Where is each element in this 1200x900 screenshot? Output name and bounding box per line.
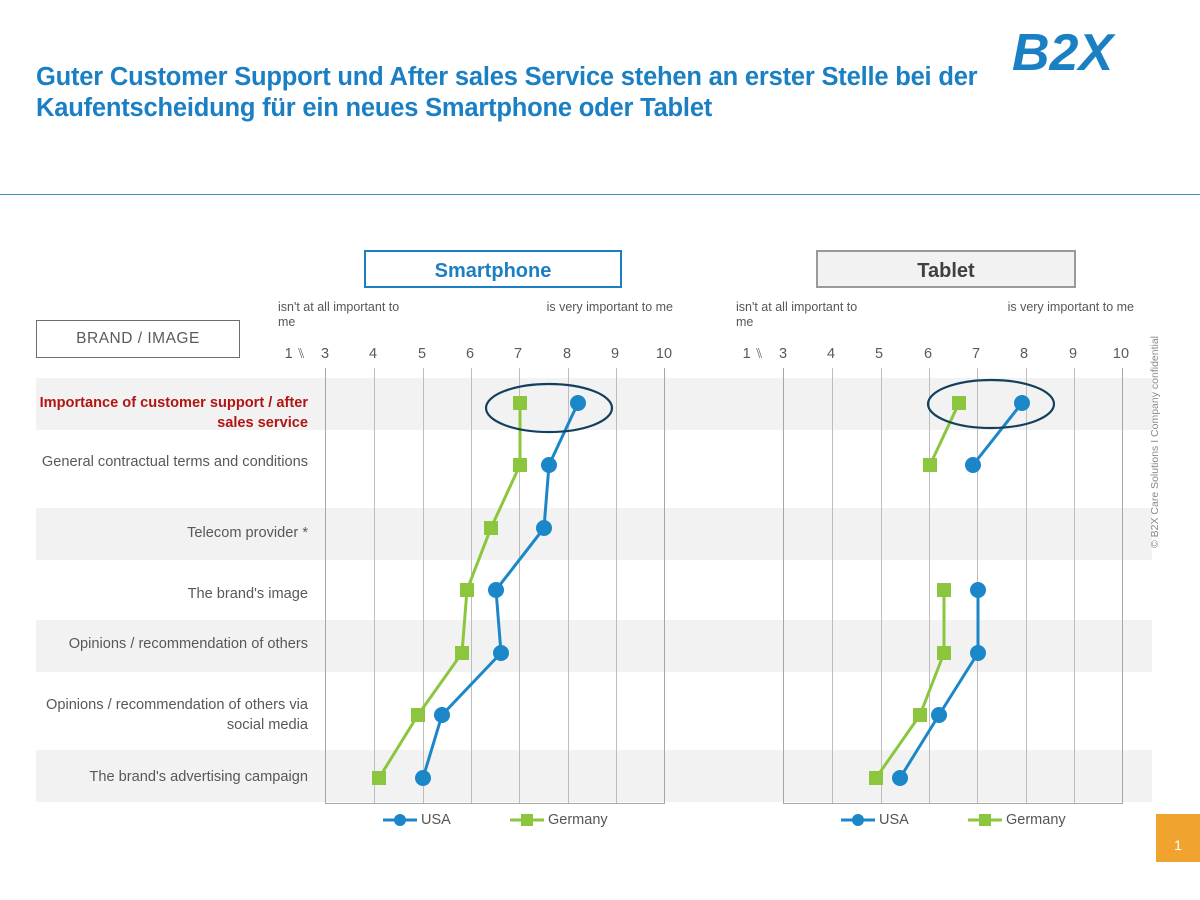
legend-tablet: USA Germany — [783, 812, 1123, 834]
legend-smartphone: USA Germany — [325, 812, 665, 834]
x-tick-7-tablet: 7 — [971, 346, 981, 362]
b2x-logo-text: B2X — [1012, 26, 1116, 80]
row-label-0: Importance of customer support / after s… — [39, 395, 308, 431]
confidentiality-note: © B2X Care Solutions I Company confident… — [1149, 335, 1161, 548]
usa-legend-icon — [841, 814, 875, 826]
germany-marker-tablet-3 — [937, 583, 951, 597]
germany-marker-smartphone-4 — [455, 646, 469, 660]
b2x-logo: B2X — [1012, 24, 1152, 82]
germany-marker-smartphone-0 — [513, 396, 527, 410]
legend-item-usa-smartphone[interactable]: USA — [383, 812, 451, 828]
x-axis-tablet: 1 ⑊ 3 4 5 6 7 8 9 10 — [0, 346, 1160, 366]
row-label-1: General contractual terms and conditions — [41, 454, 308, 470]
germany-marker-smartphone-6 — [372, 771, 386, 785]
row-label-6: The brand's advertising campaign — [89, 769, 308, 785]
scale-hint-low-tablet: isn't at all important to me — [736, 300, 858, 329]
usa-marker-smartphone-2 — [536, 520, 552, 536]
usa-marker-tablet-0 — [1014, 395, 1030, 411]
germany-line-tablet-bottom — [874, 590, 946, 779]
usa-line-tablet-top — [971, 402, 1024, 466]
legend-label-usa-smartphone: USA — [421, 812, 451, 828]
usa-marker-smartphone-4 — [493, 645, 509, 661]
x-tick-6-tablet: 6 — [923, 346, 933, 362]
legend-item-germany-smartphone[interactable]: Germany — [510, 812, 608, 828]
germany-legend-icon — [968, 814, 1002, 826]
plot-area-tablet — [783, 368, 1123, 804]
x-tick-5-tablet: 5 — [874, 346, 884, 362]
x-tick-3-tablet: 3 — [778, 346, 788, 362]
usa-marker-tablet-3 — [970, 582, 986, 598]
highlight-ellipse-smartphone — [484, 382, 614, 434]
usa-legend-icon — [383, 814, 417, 826]
legend-item-germany-tablet[interactable]: Germany — [968, 812, 1066, 828]
x-tick-4-tablet: 4 — [826, 346, 836, 362]
germany-legend-icon — [510, 814, 544, 826]
usa-line-tablet-bottom — [898, 590, 980, 779]
usa-marker-tablet-4 — [970, 645, 986, 661]
page-number-badge: 1 — [1156, 814, 1200, 862]
legend-item-usa-tablet[interactable]: USA — [841, 812, 909, 828]
usa-marker-tablet-6 — [892, 770, 908, 786]
row-label-3: The brand's image — [187, 586, 308, 602]
page-title: Guter Customer Support und After sales S… — [36, 63, 978, 122]
row-label-4: Opinions / recommendation of others — [68, 636, 308, 652]
germany-marker-tablet-6 — [869, 771, 883, 785]
usa-marker-smartphone-0 — [570, 395, 586, 411]
germany-line-tablet-top — [928, 402, 961, 466]
row-label-5: Opinions / recommendation of others via … — [45, 697, 308, 733]
series-group-smartphone — [372, 382, 614, 786]
legend-label-germany-smartphone: Germany — [548, 812, 608, 828]
row-label-2: Telecom provider * — [187, 525, 308, 541]
scale-hint-high-tablet: is very important to me — [1007, 300, 1134, 314]
x-tick-8-tablet: 8 — [1019, 346, 1029, 362]
germany-marker-smartphone-3 — [460, 583, 474, 597]
header-divider — [0, 194, 1200, 195]
scale-hint-high-smartphone: is very important to me — [546, 300, 673, 314]
legend-label-germany-tablet: Germany — [1006, 812, 1066, 828]
usa-marker-tablet-5 — [931, 707, 947, 723]
panel-title-smartphone: Smartphone — [364, 250, 622, 288]
germany-marker-smartphone-1 — [513, 458, 527, 472]
plot-area-smartphone — [325, 368, 665, 804]
germany-marker-smartphone-2 — [484, 521, 498, 535]
highlight-ellipse-tablet — [926, 378, 1056, 430]
legend-label-usa-tablet: USA — [879, 812, 909, 828]
germany-marker-tablet-1 — [923, 458, 937, 472]
germany-marker-tablet-5 — [913, 708, 927, 722]
x-tick-break-tablet: 1 ⑊ — [742, 346, 764, 362]
germany-marker-tablet-4 — [937, 646, 951, 660]
usa-marker-smartphone-6 — [415, 770, 431, 786]
germany-marker-smartphone-5 — [411, 708, 425, 722]
x-tick-9-tablet: 9 — [1068, 346, 1078, 362]
usa-marker-tablet-1 — [965, 457, 981, 473]
germany-marker-tablet-0 — [952, 396, 966, 410]
usa-marker-smartphone-5 — [434, 707, 450, 723]
usa-marker-smartphone-1 — [541, 457, 557, 473]
scale-hint-low-smartphone: isn't at all important to me — [278, 300, 400, 329]
usa-marker-smartphone-3 — [488, 582, 504, 598]
panel-title-tablet: Tablet — [816, 250, 1076, 288]
x-tick-10-tablet: 10 — [1112, 346, 1130, 362]
series-group-tablet — [869, 378, 1056, 786]
